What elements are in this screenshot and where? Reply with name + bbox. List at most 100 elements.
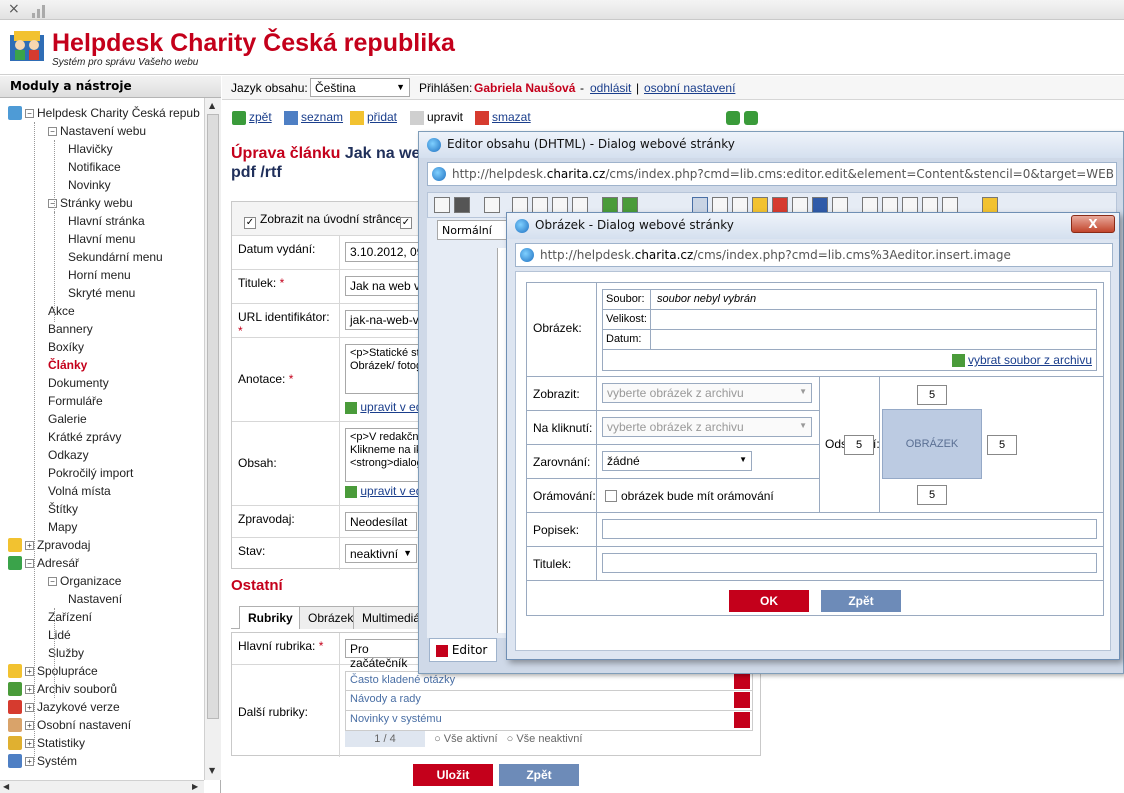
save-button[interactable]: Uložit	[413, 764, 493, 786]
back-action[interactable]: zpět	[232, 110, 272, 125]
format-select[interactable]: Normální	[437, 220, 507, 240]
insert-media-icon[interactable]	[732, 197, 748, 213]
image-title-input[interactable]	[602, 553, 1097, 573]
insert-pdf-icon[interactable]	[772, 197, 788, 213]
scroll-right-icon[interactable]: ▶	[192, 782, 198, 791]
insert-image-icon[interactable]	[692, 197, 708, 213]
tree-horizontal-scrollbar[interactable]: ◀ ▶	[0, 780, 204, 793]
tree-item[interactable]: Bannery	[48, 320, 93, 338]
border-checkbox[interactable]: obrázek bude mít orámování	[605, 489, 774, 503]
expand-icon[interactable]: +	[25, 757, 34, 766]
tree-item[interactable]: Lidé	[48, 626, 71, 644]
tree-item[interactable]: Hlavní menu	[68, 230, 135, 248]
close-button[interactable]: X	[1071, 215, 1115, 233]
pick-from-archive-link[interactable]: vybrat soubor z archivu	[951, 353, 1092, 368]
insert-file-icon[interactable]	[712, 197, 728, 213]
all-active-radio[interactable]: ○ Vše aktivní	[434, 733, 498, 745]
personal-settings-link[interactable]: osobní nastavení	[644, 81, 735, 95]
insert-flash-icon[interactable]	[792, 197, 808, 213]
date-input[interactable]: 3.10.2012, 09:	[345, 242, 425, 262]
offset-right-input[interactable]: 5	[987, 435, 1017, 455]
tab-rubriky[interactable]: Rubriky	[239, 606, 302, 629]
tree-item[interactable]: Horní menu	[68, 266, 131, 284]
dialog-back-button[interactable]: Zpět	[821, 590, 901, 612]
tree-item[interactable]: Nastavení	[68, 590, 122, 608]
tree-item[interactable]: − Adresář	[8, 554, 79, 572]
tree-item[interactable]: + Zpravodaj	[8, 536, 90, 554]
help-icon[interactable]	[982, 197, 998, 213]
tree-item[interactable]: Hlavní stránka	[68, 212, 145, 230]
tree-item[interactable]: Notifikace	[68, 158, 121, 176]
tree-item[interactable]: − Helpdesk Charity Česká repub	[8, 104, 200, 122]
tree-item[interactable]: Novinky	[68, 176, 111, 194]
main-category-select[interactable]: Pro začátečník	[345, 639, 425, 670]
swap-icon[interactable]	[744, 110, 761, 125]
caption-input[interactable]	[602, 519, 1097, 539]
tree-item[interactable]: Dokumenty	[48, 374, 109, 392]
add-action[interactable]: přidat	[350, 110, 397, 125]
all-inactive-radio[interactable]: ○ Vše neaktivní	[507, 733, 583, 745]
state-select[interactable]: neaktivní ▼	[345, 544, 417, 563]
tree-item[interactable]: Hlavičky	[68, 140, 113, 158]
insert-special-icon[interactable]	[752, 197, 768, 213]
content-edit-link[interactable]: upravit v ed	[345, 484, 422, 498]
tree-item[interactable]: Odkazy	[48, 446, 89, 464]
tree-item[interactable]: Krátké zprávy	[48, 428, 121, 446]
tree-item[interactable]: + Systém	[8, 752, 77, 770]
tree-item[interactable]: − Stránky webu	[48, 194, 133, 212]
annotation-edit-link[interactable]: upravit v ed	[345, 400, 422, 414]
editor-tab[interactable]: Editor	[429, 638, 497, 662]
tree-item[interactable]: + Statistiky	[8, 734, 85, 752]
copy-icon[interactable]	[532, 197, 548, 213]
tree-vertical-scrollbar[interactable]: ▲ ▼	[204, 98, 221, 780]
offset-bottom-input[interactable]: 5	[917, 485, 947, 505]
tree-item[interactable]: Sekundární menu	[68, 248, 163, 266]
close-icon[interactable]: ×	[8, 1, 20, 17]
table-merge-icon[interactable]	[922, 197, 938, 213]
collapse-icon[interactable]: −	[25, 559, 34, 568]
tree-item[interactable]: Boxíky	[48, 338, 84, 356]
title-input[interactable]: Jak na web vlo	[345, 276, 425, 296]
second-checkbox[interactable]: ✓	[400, 212, 416, 229]
new-doc-icon[interactable]	[434, 197, 450, 213]
tree-item[interactable]: Skryté menu	[68, 284, 135, 302]
tree-item[interactable]: Pokročilý import	[48, 464, 133, 482]
category-item[interactable]: Návody a rady	[345, 691, 753, 711]
offset-top-input[interactable]: 5	[917, 385, 947, 405]
list-action[interactable]: seznam	[284, 110, 343, 125]
tree-item[interactable]: Akce	[48, 302, 75, 320]
tree-item[interactable]: − Organizace	[48, 572, 121, 590]
delete-action[interactable]: smazat	[475, 110, 531, 125]
show-on-home-checkbox[interactable]: ✓ Zobrazit na úvodní strânce	[244, 212, 402, 229]
paste-icon[interactable]	[552, 197, 568, 213]
print-icon[interactable]	[484, 197, 500, 213]
align-select[interactable]: žádné ▼	[602, 451, 752, 471]
scrollbar-thumb[interactable]	[207, 114, 219, 719]
tree-item[interactable]: + Jazykové verze	[8, 698, 120, 716]
tree-item[interactable]: + Spolupráce	[8, 662, 98, 680]
back-button[interactable]: Zpět	[499, 764, 579, 786]
expand-icon[interactable]: +	[25, 667, 34, 676]
table-icon[interactable]	[862, 197, 878, 213]
edit-action[interactable]: upravit	[410, 110, 463, 125]
expand-icon[interactable]: +	[25, 685, 34, 694]
collapse-icon[interactable]: −	[48, 199, 57, 208]
tree-item[interactable]: Formuláře	[48, 392, 103, 410]
expand-icon[interactable]: +	[25, 721, 34, 730]
table-col-icon[interactable]	[902, 197, 918, 213]
logout-link[interactable]: odhlásit	[590, 81, 631, 95]
save-icon[interactable]	[454, 197, 470, 213]
tree-item[interactable]: Články	[48, 356, 87, 374]
expand-icon[interactable]: +	[25, 703, 34, 712]
table-row-icon[interactable]	[882, 197, 898, 213]
content-textarea[interactable]: <p>V redakční Klikneme na iko <strong>di…	[345, 428, 425, 482]
show-select[interactable]: vyberte obrázek z archivu ▼	[602, 383, 812, 403]
reporter-select[interactable]: Neodesílat	[345, 512, 417, 531]
tree-item[interactable]: Štítky	[48, 500, 78, 518]
collapse-icon[interactable]: −	[48, 127, 57, 136]
insert-object-icon[interactable]	[832, 197, 848, 213]
scroll-up-icon[interactable]: ▲	[209, 101, 215, 110]
ok-button[interactable]: OK	[729, 590, 809, 612]
category-item[interactable]: Novinky v systému	[345, 711, 753, 731]
tree-item[interactable]: + Archiv souborů	[8, 680, 117, 698]
